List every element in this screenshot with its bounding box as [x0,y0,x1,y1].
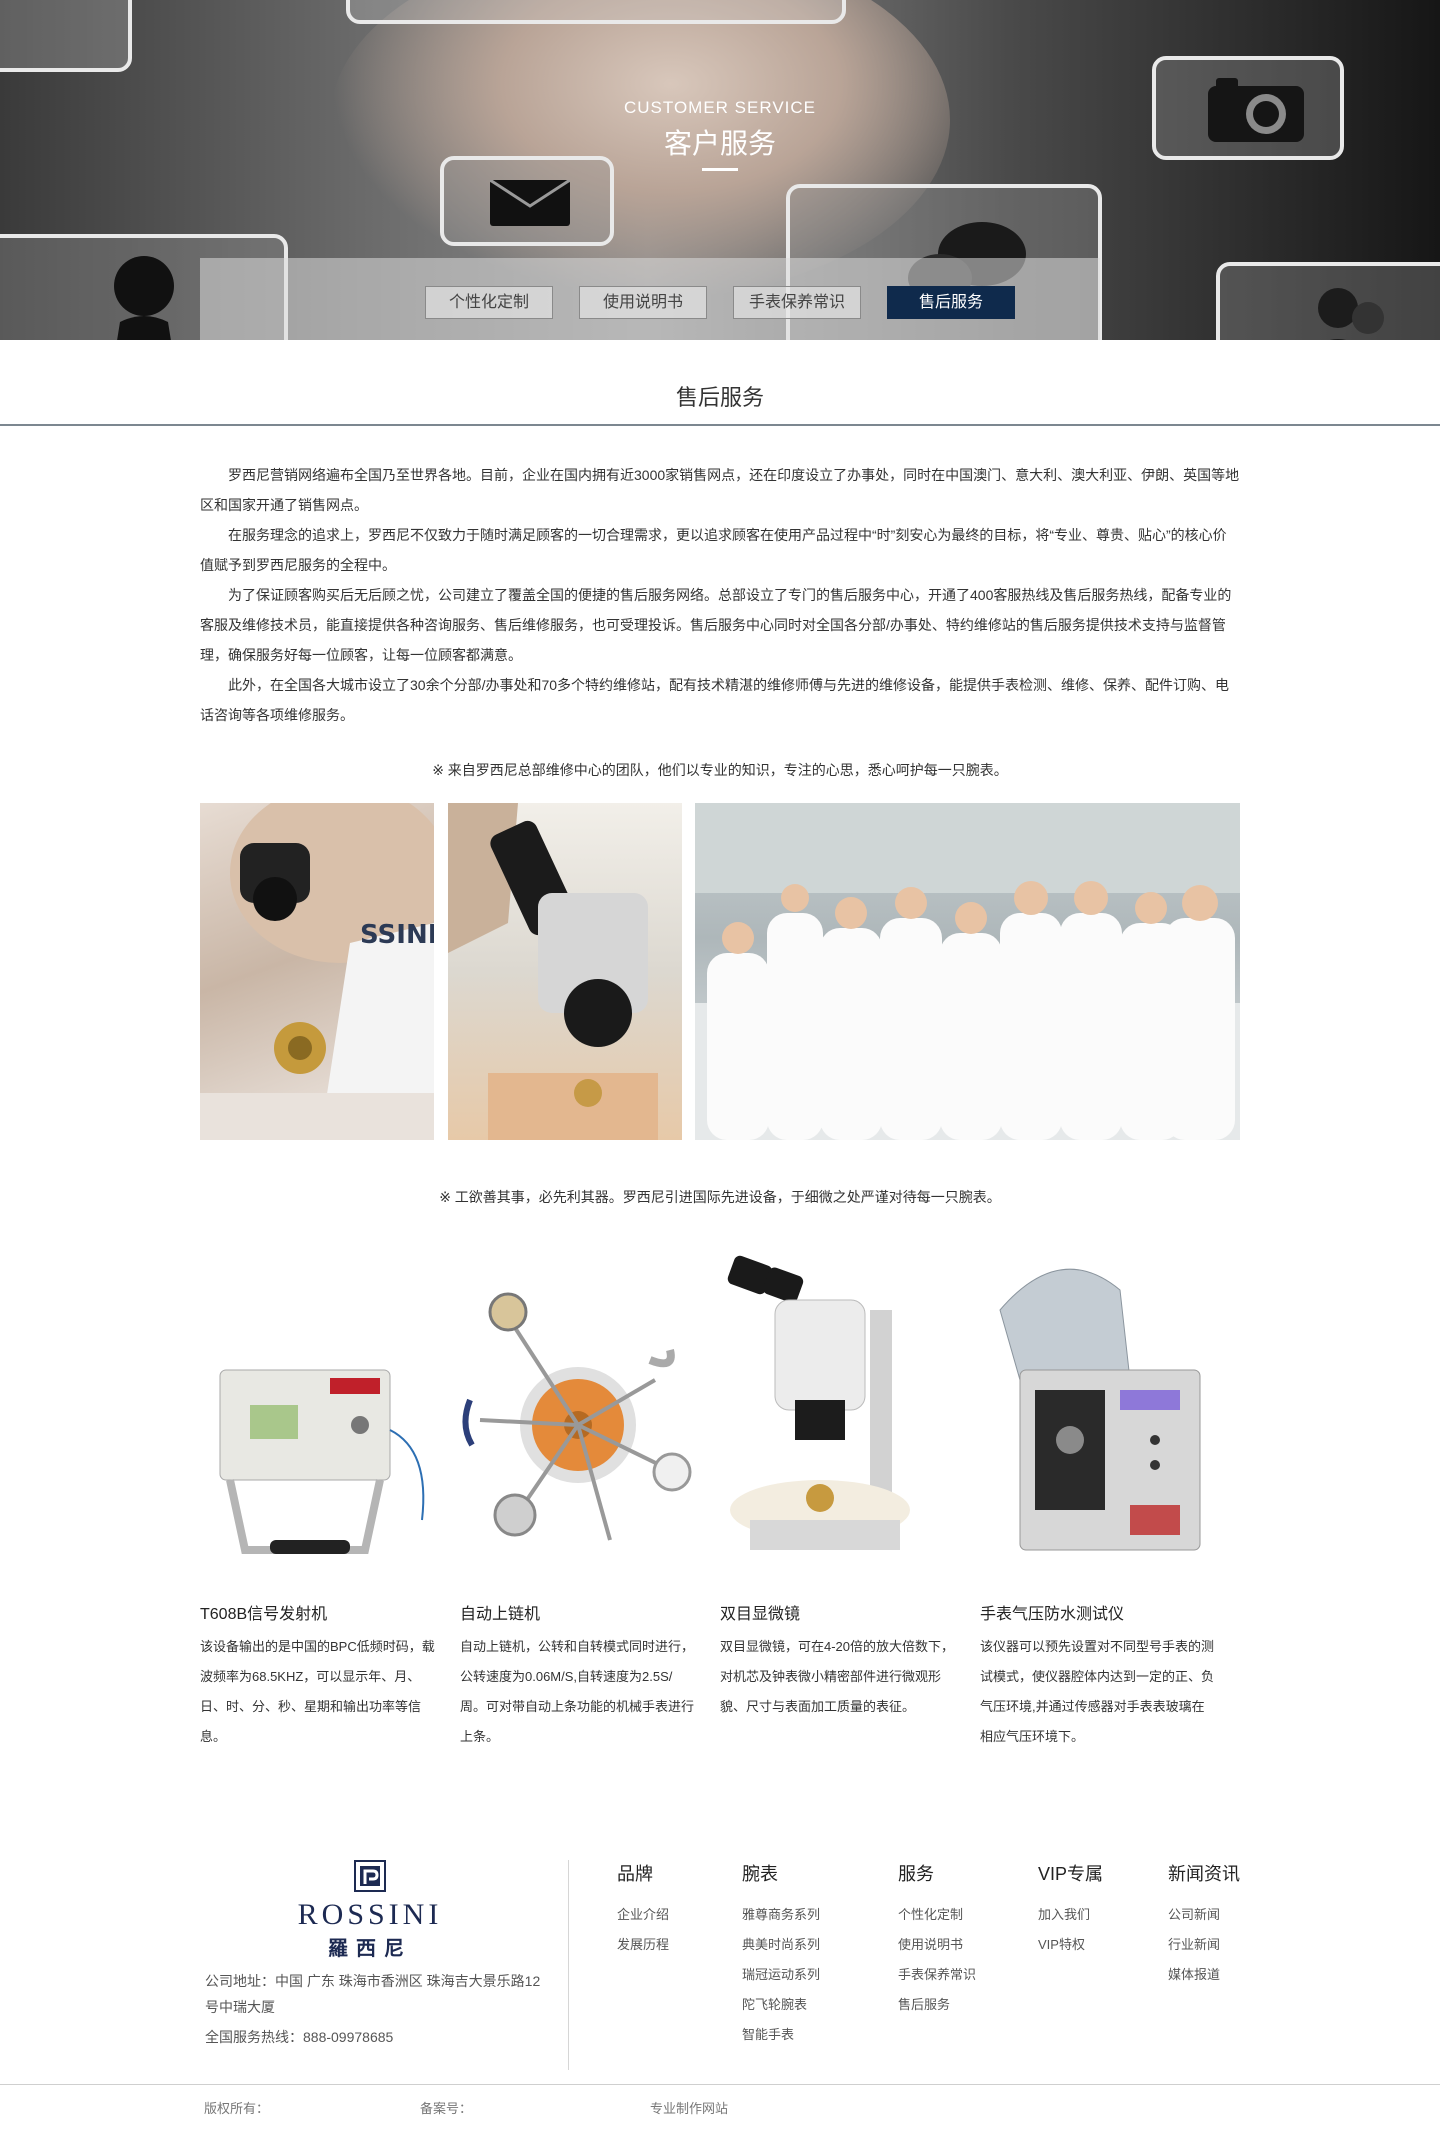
equipment-desc: 自动上链机，公转和自转模式同时进行，公转速度为0.06M/S,自转速度为2.5S… [460,1639,695,1744]
footer-column-title: 腕表 [742,1864,778,1884]
rossini-logo-mark-icon [354,1860,386,1892]
section-divider [0,424,1440,426]
footer-link[interactable]: 加入我们 [1038,1900,1103,1930]
decorative-tile [0,0,132,72]
tab-after-sales[interactable]: 售后服务 [887,286,1015,319]
footer-column-title: VIP专属 [1038,1864,1104,1884]
equipment-name: 自动上链机 [460,1606,541,1623]
footer-column-title: 品牌 [617,1864,653,1884]
footer-link[interactable]: 智能手表 [742,2020,820,2050]
hero-title-underline [702,168,738,171]
photo-service-team [695,803,1240,1140]
tab-maintenance[interactable]: 手表保养常识 [733,286,861,319]
footer-column-watches: 腕表 雅尊商务系列 典美时尚系列 瑞冠运动系列 陀飞轮腕表 智能手表 [742,1860,820,2050]
equipment-note: ※ 工欲善其事，必先利其器。罗西尼引进国际先进设备，于细微之处严谨对待每一只腕表… [439,1189,1001,1205]
tab-manual[interactable]: 使用说明书 [579,286,707,319]
footer-column-service: 服务 个性化定制 使用说明书 手表保养常识 售后服务 [898,1860,976,2020]
footer-link[interactable]: 媒体报道 [1168,1960,1240,1990]
signal-generator-image [200,1250,435,1580]
footer-column-vip: VIP专属 加入我们 VIP特权 [1038,1860,1103,1960]
footer-link[interactable]: 手表保养常识 [898,1960,976,1990]
equipment-name: 手表气压防水测试仪 [980,1606,1125,1623]
footer-link[interactable]: 发展历程 [617,1930,669,1960]
equipment-item: 双目显微镜 双目显微镜，可在4-20倍的放大倍数下，对机芯及钟表微小精密部件进行… [720,1250,955,1722]
photo-microscope-repair [448,803,682,1140]
footer-link[interactable]: 陀飞轮腕表 [742,1990,820,2020]
team-note: ※ 来自罗西尼总部维修中心的团队，他们以专业的知识，专注的心思，悉心呵护每一只腕… [432,762,1008,778]
equipment-desc: 该仪器可以预先设置对不同型号手表的测试模式，使仪器腔体内达到一定的正、负气压环境… [980,1639,1215,1744]
service-tabs: 个性化定制 使用说明书 手表保养常识 售后服务 [0,286,1440,319]
footer-bottom-divider [0,2084,1440,2085]
equipment-desc: 该设备输出的是中国的BPC低频时码，载波频率为68.5KHZ，可以显示年、月、日… [200,1639,435,1744]
intro-paragraph: 在服务理念的追求上，罗西尼不仅致力于随时满足顾客的一切合理需求，更以追求顾客在使… [200,527,1227,573]
watch-winder-image [460,1250,695,1580]
photo-watchmaker-loupe: SSINI [200,803,434,1140]
equipment-item: 手表气压防水测试仪 该仪器可以预先设置对不同型号手表的测试模式，使仪器腔体内达到… [980,1250,1215,1752]
hero-title: CUSTOMER SERVICE 客户服务 [0,98,1440,171]
hero-title-en: CUSTOMER SERVICE [623,98,817,117]
icp-text: 备案号： [420,2101,473,2116]
waterproof-tester-image [980,1250,1215,1580]
intro-paragraph: 此外，在全国各大城市设立了30余个分部/办事处和70多个特约维修站，配有技术精湛… [200,677,1230,723]
footer-column-title: 服务 [898,1864,934,1884]
hero-title-cn: 客户服务 [663,128,776,159]
intro-paragraph: 为了保证顾客购买后无后顾之忧，公司建立了覆盖全国的便捷的售后服务网络。总部设立了… [200,587,1232,663]
footer-link[interactable]: 瑞冠运动系列 [742,1960,820,1990]
equipment-item: 自动上链机 自动上链机，公转和自转模式同时进行，公转速度为0.06M/S,自转速… [460,1250,695,1752]
footer-link[interactable]: 企业介绍 [617,1900,669,1930]
footer-link[interactable]: 个性化定制 [898,1900,976,1930]
footer-divider [568,1860,569,2070]
company-address: 公司地址：中国 广东 珠海市香洲区 珠海吉大景乐路12号中瑞大厦 [205,1973,541,2015]
intro-text: 罗西尼营销网络遍布全国乃至世界各地。目前，企业在国内拥有近3000家销售网点，还… [200,460,1240,730]
footer-column-news: 新闻资讯 公司新闻 行业新闻 媒体报道 [1168,1860,1240,1990]
equipment-name: T608B信号发射机 [200,1606,328,1623]
copyright-text: 版权所有： [204,2101,270,2116]
svg-text:SSINI: SSINI [360,920,434,950]
footer-link[interactable]: 使用说明书 [898,1930,976,1960]
brand-name-en: ROSSINI [297,1898,443,1931]
brand-name-cn: 羅西尼 [328,1936,412,1960]
section-title: 售后服务 [675,385,764,410]
footer-contact: 公司地址：中国 广东 珠海市香洲区 珠海吉大景乐路12号中瑞大厦 全国服务热线：… [205,1968,545,2050]
intro-paragraph: 罗西尼营销网络遍布全国乃至世界各地。目前，企业在国内拥有近3000家销售网点，还… [200,467,1240,513]
binocular-microscope-image [720,1250,955,1580]
site-maker-link[interactable]: 专业制作网站 [650,2098,728,2117]
equipment-name: 双目显微镜 [720,1606,801,1623]
footer-link[interactable]: 行业新闻 [1168,1930,1240,1960]
footer-link[interactable]: 公司新闻 [1168,1900,1240,1930]
footer-link[interactable]: 雅尊商务系列 [742,1900,820,1930]
footer-logo[interactable]: ROSSINI 羅西尼 [200,1860,540,1961]
decorative-tile [346,0,846,24]
hero-banner: CUSTOMER SERVICE 客户服务 个性化定制 使用说明书 手表保养常识… [0,0,1440,340]
equipment-desc: 双目显微镜，可在4-20倍的放大倍数下，对机芯及钟表微小精密部件进行微观形貌、尺… [720,1639,955,1714]
footer-link[interactable]: 售后服务 [898,1990,976,2020]
mail-icon [490,180,570,226]
service-hotline: 全国服务热线：888-09978685 [205,2029,394,2045]
footer-column-brand: 品牌 企业介绍 发展历程 [617,1860,669,1960]
equipment-item: T608B信号发射机 该设备输出的是中国的BPC低频时码，载波频率为68.5KH… [200,1250,435,1752]
footer-link[interactable]: 典美时尚系列 [742,1930,820,1960]
tab-customization[interactable]: 个性化定制 [425,286,553,319]
footer-column-title: 新闻资讯 [1168,1864,1240,1884]
footer-link[interactable]: VIP特权 [1038,1930,1103,1960]
